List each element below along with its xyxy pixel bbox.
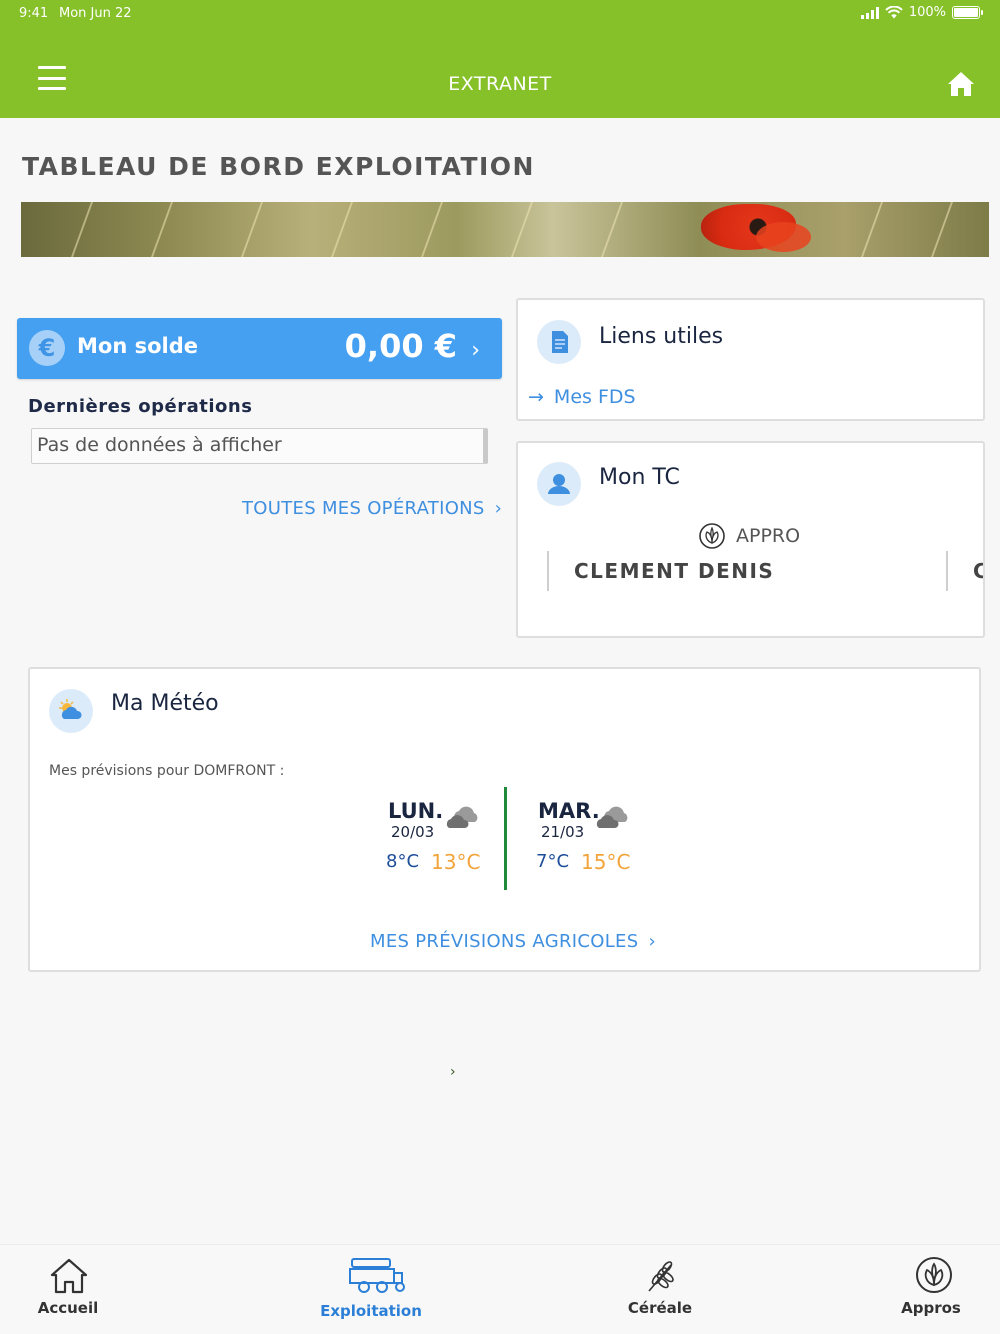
tab-label: Céréale xyxy=(627,1299,693,1317)
tab-accueil[interactable]: Accueil xyxy=(18,1245,118,1334)
chevron-right-icon: › xyxy=(494,498,503,519)
balance-amount: 0,00 € xyxy=(344,327,457,365)
forecast-min-temp: 7°C xyxy=(536,851,570,872)
banner-image xyxy=(21,202,989,257)
document-icon xyxy=(537,320,581,364)
operations-empty-box: Pas de données à afficher xyxy=(31,428,488,464)
chevron-right-icon: › xyxy=(471,338,480,363)
chevron-right-icon: › xyxy=(648,931,656,952)
agri-forecast-link[interactable]: MES PRÉVISIONS AGRICOLES › xyxy=(370,931,656,952)
my-tc-card: Mon TC APPRO CLEMENT DENIS C xyxy=(516,441,985,638)
divider xyxy=(946,551,948,591)
home-outline-icon xyxy=(50,1258,88,1294)
battery-percent: 100% xyxy=(908,5,946,20)
wifi-icon xyxy=(885,6,903,19)
forecast-location-label: Mes prévisions pour DOMFRONT : xyxy=(49,763,285,779)
tractor-icon xyxy=(349,1258,405,1293)
tc-contact-next[interactable]: C xyxy=(973,559,983,583)
cloud-icon xyxy=(596,806,628,828)
app-header: 9:41 Mon Jun 22 100% EXTRANET xyxy=(0,0,1000,118)
status-bar: 9:41 Mon Jun 22 100% xyxy=(0,0,1000,30)
chevron-right-icon[interactable]: › xyxy=(450,1064,456,1080)
operations-title: Dernières opérations xyxy=(28,396,253,417)
tab-exploitation[interactable]: Exploitation xyxy=(310,1245,432,1334)
forecast-divider xyxy=(504,787,507,890)
tab-appros[interactable]: Appros xyxy=(880,1245,982,1334)
weather-title: Ma Météo xyxy=(111,691,219,716)
tab-label: Appros xyxy=(901,1299,961,1317)
forecast-day-name: MAR. xyxy=(538,799,600,823)
app-title: EXTRANET xyxy=(448,73,552,95)
signal-icon xyxy=(860,6,879,19)
my-tc-title: Mon TC xyxy=(599,465,680,490)
tab-cereale[interactable]: Céréale xyxy=(610,1245,710,1334)
useful-links-title: Liens utiles xyxy=(599,324,724,349)
forecast-day-name: LUN. xyxy=(388,799,444,823)
euro-icon: € xyxy=(29,330,65,366)
divider xyxy=(547,551,549,591)
balance-label: Mon solde xyxy=(77,334,198,358)
battery-icon xyxy=(952,6,983,19)
home-icon[interactable] xyxy=(946,70,976,98)
tc-contact-name[interactable]: CLEMENT DENIS xyxy=(574,559,774,583)
leaf-circle-icon xyxy=(699,523,725,549)
arrow-right-icon: → xyxy=(528,386,544,408)
fds-link[interactable]: → Mes FDS xyxy=(528,386,636,408)
appro-category: APPRO xyxy=(698,522,800,550)
forecast-day: MAR. 21/03 7°C 15°C xyxy=(536,799,678,879)
appro-label: APPRO xyxy=(736,525,801,547)
forecast-day-date: 21/03 xyxy=(541,823,585,841)
status-right: 100% xyxy=(860,5,983,20)
leaf-circle-icon xyxy=(916,1257,952,1293)
status-time: 9:41 xyxy=(19,6,49,21)
forecast-day-date: 20/03 xyxy=(391,823,435,841)
all-operations-link[interactable]: TOUTES MES OPÉRATIONS › xyxy=(242,498,502,519)
forecast-min-temp: 8°C xyxy=(386,851,420,872)
page-title: TABLEAU DE BORD EXPLOITATION xyxy=(22,152,535,181)
balance-button[interactable]: € Mon solde 0,00 € › xyxy=(17,318,502,379)
user-icon xyxy=(537,462,581,506)
fds-link-label: Mes FDS xyxy=(553,386,636,408)
useful-links-card: Liens utiles → Mes FDS xyxy=(516,298,985,421)
all-operations-label: TOUTES MES OPÉRATIONS xyxy=(242,498,485,519)
agri-forecast-label: MES PRÉVISIONS AGRICOLES xyxy=(370,931,639,952)
tab-label: Accueil xyxy=(37,1299,99,1317)
bottom-tab-bar: Accueil Exploitation Céréale Appros xyxy=(0,1244,1000,1334)
weather-icon xyxy=(49,689,93,733)
forecast-max-temp: 13°C xyxy=(431,850,481,874)
wheat-icon xyxy=(648,1261,674,1292)
cloud-icon xyxy=(446,806,478,828)
forecast-max-temp: 15°C xyxy=(581,850,631,874)
forecast-day: LUN. 20/03 8°C 13°C xyxy=(386,799,528,879)
tab-label: Exploitation xyxy=(320,1302,422,1320)
weather-card: Ma Météo Mes prévisions pour DOMFRONT : … xyxy=(28,667,981,972)
status-date: Mon Jun 22 xyxy=(59,6,132,21)
